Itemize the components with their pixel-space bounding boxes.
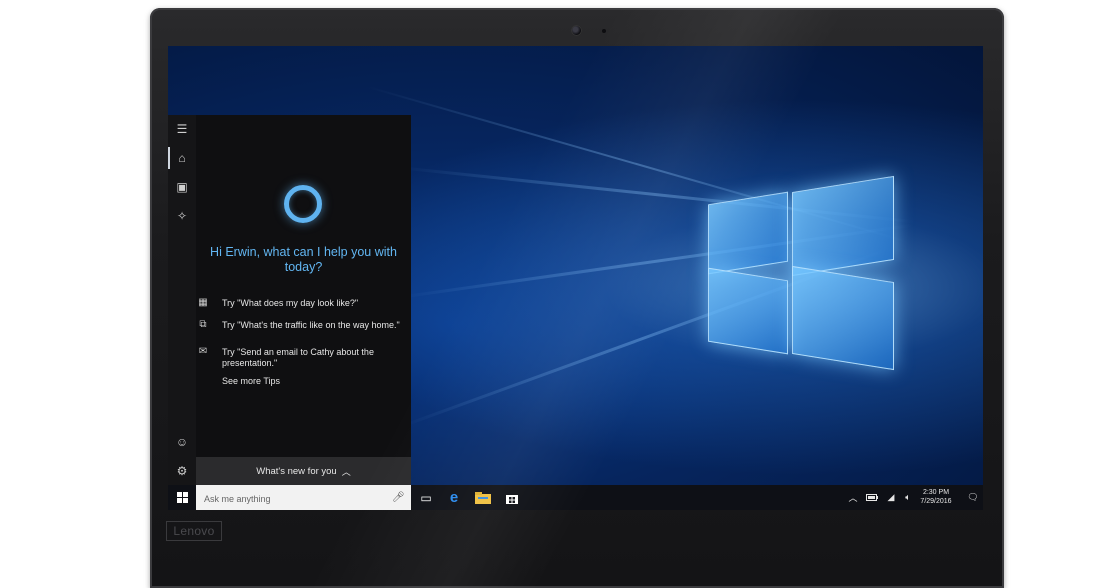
windows-start-icon bbox=[176, 492, 188, 503]
mail-icon: ✉ bbox=[198, 346, 208, 357]
logo-pane bbox=[792, 175, 894, 277]
lightbulb-icon[interactable]: ✧ bbox=[168, 205, 196, 227]
cortana-panel: ☰ ⌂ ▣ ✧ ☺ ⚙ Hi Erwin, what can I help yo… bbox=[168, 115, 411, 485]
edge-browser-icon[interactable]: e bbox=[442, 485, 466, 510]
microphone-icon[interactable]: 🎤︎ bbox=[392, 485, 405, 510]
taskbar: 🎤︎ ▭ e ︿ ◢ 🔈︎ 2:30 PM 7/29/2 bbox=[168, 485, 983, 510]
tip-text: Try "What's the traffic like on the way … bbox=[222, 320, 400, 330]
action-center-icon[interactable]: 🗨︎ bbox=[966, 485, 980, 510]
desktop-screen: ☰ ⌂ ▣ ✧ ☺ ⚙ Hi Erwin, what can I help yo… bbox=[168, 46, 983, 510]
cortana-greeting: Hi Erwin, what can I help you with today… bbox=[210, 245, 397, 274]
store-icon[interactable] bbox=[500, 485, 524, 510]
webcam-led bbox=[602, 29, 606, 33]
store-bag-icon bbox=[506, 494, 518, 504]
traffic-icon: ⧉ bbox=[199, 319, 207, 330]
calendar-icon: ▦ bbox=[198, 297, 208, 308]
settings-icon[interactable]: ⚙ bbox=[168, 460, 196, 482]
logo-pane bbox=[792, 265, 894, 371]
chevron-up-icon[interactable]: ︿ bbox=[846, 485, 860, 510]
search-input[interactable] bbox=[202, 489, 386, 508]
see-more-tips-link[interactable]: See more Tips bbox=[222, 376, 280, 386]
folder-icon bbox=[475, 491, 491, 504]
logo-pane bbox=[708, 191, 788, 275]
volume-icon[interactable]: 🔈︎ bbox=[901, 485, 915, 510]
search-box[interactable]: 🎤︎ bbox=[196, 485, 411, 510]
menu-icon[interactable]: ☰ bbox=[168, 118, 196, 140]
clock-date: 7/29/2016 bbox=[920, 498, 952, 505]
webcam bbox=[571, 25, 582, 36]
battery-shape bbox=[866, 494, 878, 501]
chevron-up-icon: ︿ bbox=[341, 466, 351, 477]
file-explorer-icon[interactable] bbox=[471, 485, 495, 510]
home-icon[interactable]: ⌂ bbox=[168, 147, 196, 169]
lenovo-logo: Lenovo bbox=[166, 521, 222, 541]
tip-text: Try "What does my day look like?" bbox=[222, 298, 359, 308]
wifi-icon[interactable]: ◢ bbox=[884, 485, 898, 510]
whats-new-button[interactable]: What's new for you ︿ bbox=[196, 457, 411, 485]
cortana-home: Hi Erwin, what can I help you with today… bbox=[196, 115, 411, 457]
cortana-rail: ☰ ⌂ ▣ ✧ ☺ ⚙ bbox=[168, 115, 196, 485]
system-clock[interactable]: 2:30 PM 7/29/2016 bbox=[915, 488, 957, 506]
tip-item[interactable]: ✉ Try "Send an email to Cathy about the … bbox=[199, 346, 404, 368]
tip-item[interactable]: ▦ Try "What does my day look like?" bbox=[198, 297, 404, 309]
battery-icon[interactable] bbox=[864, 485, 880, 510]
logo-pane bbox=[708, 267, 788, 355]
tip-text: Try "Send an email to Cathy about the pr… bbox=[222, 347, 374, 368]
feedback-icon[interactable]: ☺ bbox=[168, 431, 196, 453]
clock-time: 2:30 PM bbox=[922, 489, 950, 496]
notebook-icon[interactable]: ▣ bbox=[168, 176, 196, 198]
tip-item[interactable]: ⧉ Try "What's the traffic like on the wa… bbox=[199, 319, 404, 331]
task-view-icon[interactable]: ▭ bbox=[414, 485, 438, 510]
start-button[interactable] bbox=[170, 485, 194, 510]
cortana-ring-icon bbox=[284, 185, 322, 223]
whats-new-label: What's new for you bbox=[256, 465, 337, 477]
